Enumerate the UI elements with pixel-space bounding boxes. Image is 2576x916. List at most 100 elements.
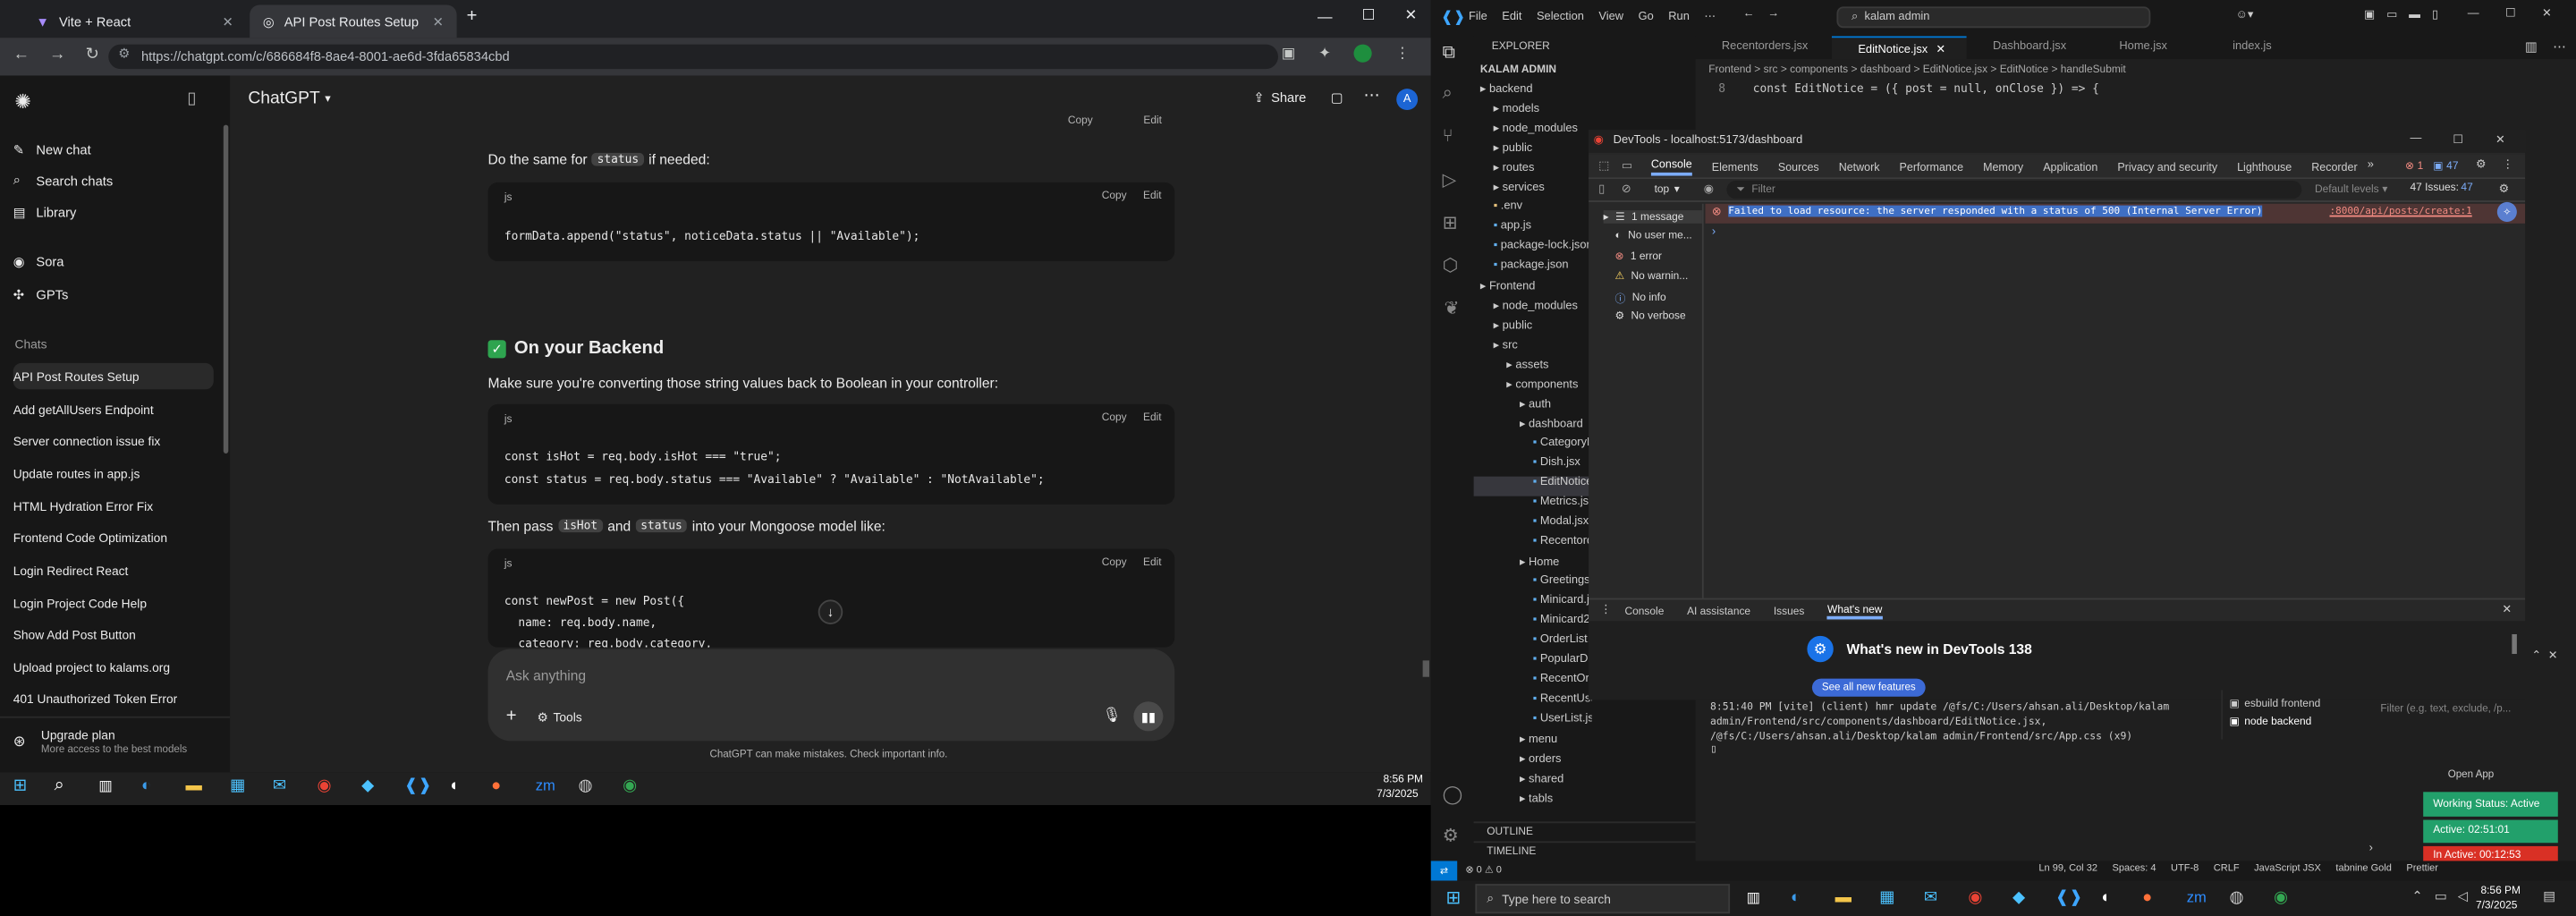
tree-file[interactable]: ▪ EditNotice.jsx bbox=[1473, 476, 1592, 496]
forward-icon[interactable]: → bbox=[1767, 8, 1779, 20]
model-selector[interactable]: ChatGPT ▾ bbox=[248, 89, 330, 108]
more-options-icon[interactable]: ⋯ bbox=[1363, 87, 1379, 105]
maximize-icon[interactable]: ☐ bbox=[1362, 6, 1376, 24]
account-icon[interactable]: ◯ bbox=[1443, 784, 1463, 805]
tab-api-post-routes[interactable]: ◎ API Post Routes Setup ✕ bbox=[250, 4, 457, 38]
drawer-tab-issues[interactable]: Issues bbox=[1774, 606, 1805, 618]
tree-file[interactable]: ▪ Minicard.jsx bbox=[1533, 595, 1592, 615]
sidebar-errors[interactable]: ⊗ 1 error bbox=[1615, 250, 1663, 263]
chat-item[interactable]: Show Add Post Button bbox=[13, 621, 214, 647]
chat-item[interactable]: API Post Routes Setup bbox=[13, 362, 214, 390]
edit-button[interactable]: Edit bbox=[1143, 115, 1162, 127]
remote-status-icon[interactable]: ⇄ bbox=[1430, 861, 1458, 881]
vscode-icon[interactable]: ❰❱ bbox=[404, 777, 432, 795]
devtools-tab-privacy[interactable]: Privacy and security bbox=[2117, 162, 2217, 174]
tree-folder[interactable]: ▸ Frontend bbox=[1480, 279, 1536, 299]
microphone-icon[interactable]: 🎙 bbox=[1102, 707, 1121, 725]
tree-folder[interactable]: ▸ backend bbox=[1480, 82, 1533, 102]
tree-file[interactable]: ▪ PopularDishes.jsx bbox=[1533, 654, 1592, 674]
site-info-icon[interactable]: ⚙ bbox=[118, 46, 130, 61]
encoding[interactable]: UTF-8 bbox=[2171, 864, 2199, 874]
mongodb-icon[interactable]: ❦ bbox=[1444, 297, 1459, 318]
minimize-icon[interactable]: — bbox=[1318, 7, 1333, 23]
more-icon[interactable]: ⋯ bbox=[2553, 39, 2566, 55]
task-view-icon[interactable]: ▥ bbox=[98, 777, 113, 795]
extensions-icon[interactable]: ⊞ bbox=[1443, 212, 1458, 233]
terminal-item[interactable]: ▣ esbuild frontend bbox=[2229, 697, 2320, 710]
tree-folder[interactable]: ▸ menu bbox=[1520, 733, 1557, 752]
edit-button[interactable]: Edit bbox=[1143, 191, 1162, 202]
store-icon[interactable]: ▦ bbox=[1879, 889, 1894, 907]
tab-home[interactable]: Home.jsx bbox=[2093, 36, 2207, 59]
layout-icon[interactable]: ▣ bbox=[2364, 8, 2375, 21]
source-control-icon[interactable]: ⑂ bbox=[1443, 126, 1453, 146]
upgrade-plan-button[interactable]: ⊛ Upgrade plan More access to the best m… bbox=[0, 716, 231, 773]
panel-chevron-icon[interactable]: ⌃ bbox=[2531, 649, 2541, 662]
app-icon[interactable]: ◆ bbox=[2012, 889, 2025, 907]
menu-selection[interactable]: Selection bbox=[1537, 11, 1584, 22]
tree-folder[interactable]: ▸ src bbox=[1494, 338, 1518, 358]
devtools-tab-performance[interactable]: Performance bbox=[1900, 162, 1963, 174]
tree-file[interactable]: ▪ package.json bbox=[1494, 259, 1569, 279]
tray-chevron-icon[interactable]: ⌃ bbox=[2411, 889, 2422, 904]
console-prompt-icon[interactable]: › bbox=[1712, 226, 1716, 238]
menu-icon[interactable]: ⋮ bbox=[1395, 45, 1411, 63]
windows-icon[interactable]: ⊞ bbox=[1445, 887, 1461, 909]
console-filter-input[interactable]: ⏷ Filter bbox=[1726, 181, 2302, 199]
chat-item[interactable]: Login Project Code Help bbox=[13, 589, 214, 615]
sidebar-toggle-icon[interactable]: ▯ bbox=[1598, 182, 1605, 196]
menu-run[interactable]: Run bbox=[1668, 11, 1690, 22]
more-icon[interactable]: ⋯ bbox=[1704, 10, 1716, 23]
eye-icon[interactable]: ◉ bbox=[1704, 182, 1714, 196]
tree-file[interactable]: ▪ Dish.jsx bbox=[1533, 457, 1580, 477]
tree-folder[interactable]: ▸ auth bbox=[1520, 397, 1551, 417]
devtools-tab-lighthouse[interactable]: Lighthouse bbox=[2237, 162, 2292, 174]
close-window-icon[interactable]: ✕ bbox=[2542, 6, 2552, 20]
sidebar-messages[interactable]: ▸ ☰ 1 message bbox=[1603, 210, 1702, 224]
copy-button[interactable]: Copy bbox=[1102, 557, 1127, 569]
address-bar[interactable]: ⚙ https://chatgpt.com/c/686684f8-8ae4-80… bbox=[108, 44, 1278, 70]
tree-file[interactable]: ▪ Metrics.jsx bbox=[1533, 496, 1592, 516]
drawer-tab-console[interactable]: Console bbox=[1625, 606, 1665, 618]
see-all-features-button[interactable]: See all new features bbox=[1811, 678, 1926, 697]
menu-view[interactable]: View bbox=[1598, 11, 1623, 22]
drawer-tab-whats-new[interactable]: What's new bbox=[1827, 605, 1883, 620]
tree-folder[interactable]: ▸ node_modules bbox=[1494, 299, 1578, 318]
menu-file[interactable]: File bbox=[1469, 11, 1487, 22]
devtools-tab-application[interactable]: Application bbox=[2043, 162, 2097, 174]
whats-new-scrollbar[interactable] bbox=[2512, 633, 2517, 655]
language-mode[interactable]: JavaScript JSX bbox=[2254, 864, 2321, 874]
chat-item[interactable]: Add getAllUsers Endpoint bbox=[13, 396, 214, 422]
inspect-icon[interactable]: ⬚ bbox=[1598, 159, 1609, 173]
close-drawer-icon[interactable]: ✕ bbox=[2502, 603, 2512, 616]
search-chats-button[interactable]: ⌕ Search chats bbox=[13, 167, 214, 193]
menu-go[interactable]: Go bbox=[1639, 11, 1654, 22]
postman-icon[interactable]: ● bbox=[491, 777, 501, 795]
sidebar-warnings[interactable]: ⚠ No warnin... bbox=[1615, 269, 1689, 283]
task-view-icon[interactable]: ▥ bbox=[1746, 889, 1760, 907]
close-icon[interactable]: ✕ bbox=[223, 14, 233, 30]
breadcrumb[interactable]: Frontend > src > components > dashboard … bbox=[1708, 64, 2126, 76]
sidebar-right-icon[interactable]: ▯ bbox=[2432, 8, 2438, 21]
tree-file[interactable]: ▪ RecentUsers.jsx bbox=[1533, 693, 1592, 713]
close-icon[interactable]: ✕ bbox=[433, 14, 444, 30]
edit-button[interactable]: Edit bbox=[1143, 412, 1162, 424]
mail-icon[interactable]: ✉ bbox=[1924, 889, 1937, 907]
tree-folder[interactable]: ▸ public bbox=[1494, 141, 1533, 161]
devtools-tab-elements[interactable]: Elements bbox=[1712, 162, 1758, 174]
devtools-tab-recorder[interactable]: Recorder bbox=[2311, 162, 2357, 174]
devtools-tab-sources[interactable]: Sources bbox=[1778, 162, 1819, 174]
app-icon[interactable]: ◖ bbox=[448, 777, 458, 795]
tree-folder[interactable]: ▸ shared bbox=[1520, 772, 1563, 792]
edit-button[interactable]: Edit bbox=[1143, 557, 1162, 569]
zoom-icon[interactable]: zm bbox=[2187, 889, 2207, 905]
open-app-button[interactable]: Open App bbox=[2448, 769, 2494, 781]
puzzle-icon[interactable]: ✦ bbox=[1318, 45, 1331, 63]
devtools-tab-console[interactable]: Console bbox=[1650, 159, 1692, 176]
close-sidebar-icon[interactable]: ▯ bbox=[187, 90, 196, 108]
drawer-menu-icon[interactable]: ⋮ bbox=[1600, 603, 1612, 616]
tree-folder[interactable]: ▸ dashboard bbox=[1520, 418, 1583, 437]
remote-icon[interactable]: ⬡ bbox=[1443, 255, 1459, 276]
prettier-status[interactable]: Prettier bbox=[2406, 864, 2438, 874]
tree-folder[interactable]: ▸ Home bbox=[1520, 556, 1559, 575]
